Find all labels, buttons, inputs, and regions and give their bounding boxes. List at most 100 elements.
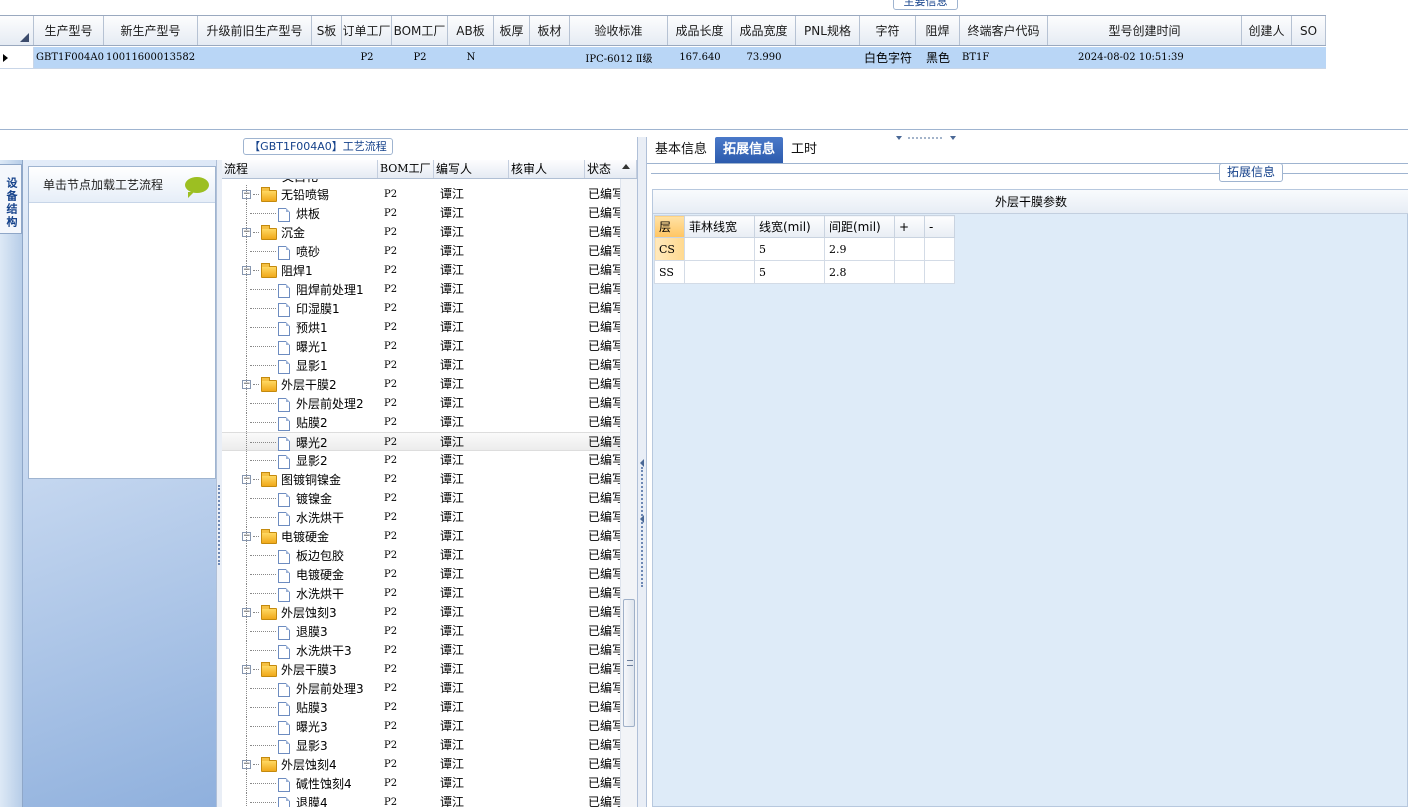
grid-cell[interactable]: IPC-6012 Ⅱ级: [570, 47, 668, 68]
column-header[interactable]: 阻焊: [916, 16, 960, 45]
column-header[interactable]: 生产型号: [34, 16, 104, 45]
tree-node[interactable]: 显影1: [246, 356, 328, 375]
column-header[interactable]: 验收标准: [570, 16, 668, 45]
column-header[interactable]: 成品宽度: [732, 16, 796, 45]
grid-cell[interactable]: 73.990: [732, 47, 796, 68]
tree-node[interactable]: 镀镍金: [246, 489, 332, 508]
treelist-vertical-scrollbar[interactable]: [620, 179, 637, 807]
tree-node[interactable]: 贴膜2: [246, 413, 328, 432]
grid-cell[interactable]: P2: [342, 47, 392, 68]
tree-node[interactable]: − 外层蚀刻4: [242, 755, 337, 774]
tree-node[interactable]: 曝光2: [246, 433, 328, 452]
grid-cell[interactable]: [312, 47, 342, 68]
tree-node[interactable]: 烘板: [246, 204, 320, 223]
tree-row[interactable]: 烘板 P2 谭江 已编写: [222, 204, 620, 223]
tree-row[interactable]: 曝光3 P2 谭江 已编写: [222, 717, 620, 736]
tree-node[interactable]: 板边包胶: [246, 546, 344, 565]
column-header[interactable]: 型号创建时间: [1048, 16, 1242, 45]
row-indicator[interactable]: [0, 47, 34, 68]
panel-splitter-grip[interactable]: [894, 131, 958, 140]
grid-cell[interactable]: P2: [392, 47, 448, 68]
tree-row[interactable]: 水洗烘干3 P2 谭江 已编写: [222, 641, 620, 660]
tree-node[interactable]: − 电镀硬金: [242, 527, 329, 546]
grid-cell[interactable]: [796, 47, 860, 68]
tree-node[interactable]: 显影3: [246, 736, 328, 755]
treelist-column-header[interactable]: BOM工厂: [378, 160, 434, 178]
tab-equipment-structure[interactable]: 设备结构: [0, 164, 22, 234]
tree-row[interactable]: 镀镍金 P2 谭江 已编写: [222, 489, 620, 508]
column-header[interactable]: 订单工厂: [342, 16, 392, 45]
tree-node[interactable]: 印湿膜1: [246, 299, 340, 318]
tree-row[interactable]: 电镀硬金 P2 谭江 已编写: [222, 565, 620, 584]
treelist-column-header[interactable]: 编写人: [434, 160, 509, 178]
tree-row[interactable]: 贴膜3 P2 谭江 已编写: [222, 698, 620, 717]
column-header[interactable]: 板厚: [494, 16, 530, 45]
tree-node[interactable]: 显影2: [246, 451, 328, 470]
tree-row[interactable]: 板边包胶 P2 谭江 已编写: [222, 546, 620, 565]
tree-row[interactable]: − 图镀铜镍金 P2 谭江 已编写: [222, 470, 620, 489]
tree-row[interactable]: 显影1 P2 谭江 已编写: [222, 356, 620, 375]
param-cell[interactable]: [924, 260, 955, 284]
right-splitter[interactable]: [637, 137, 647, 807]
tree-row[interactable]: 水洗烘干 P2 谭江 已编写: [222, 508, 620, 527]
tree-row[interactable]: − 电镀硬金 P2 谭江 已编写: [222, 527, 620, 546]
grid-cell[interactable]: BT1F: [960, 47, 1048, 68]
scroll-up-arrow-icon[interactable]: [622, 164, 630, 169]
tree-row[interactable]: 外层前处理3 P2 谭江 已编写: [222, 679, 620, 698]
grid-cell[interactable]: [1292, 47, 1326, 68]
column-header[interactable]: 成品长度: [668, 16, 732, 45]
tree-node[interactable]: − 阻焊1: [242, 261, 313, 280]
tree-node[interactable]: − 外层蚀刻3: [242, 603, 337, 622]
column-header[interactable]: 终端客户代码: [960, 16, 1048, 45]
tree-row[interactable]: 碱性蚀刻4 P2 谭江 已编写: [222, 774, 620, 793]
tree-node[interactable]: 电镀硬金: [246, 565, 344, 584]
column-header[interactable]: PNL规格: [796, 16, 860, 45]
tree-node[interactable]: − 无铅喷锡: [242, 185, 329, 204]
param-column-header[interactable]: -: [924, 215, 955, 238]
tree-node[interactable]: 退膜3: [246, 622, 328, 641]
main-grid-row[interactable]: GBT1F004A0 10011600013582 P2 P2 N IPC-6012 Ⅱ级…: [0, 47, 1326, 69]
tree-node[interactable]: 曝光1: [246, 337, 328, 356]
param-column-header[interactable]: 间距(mil): [824, 215, 895, 238]
param-cell[interactable]: 5: [754, 260, 825, 284]
tree-node[interactable]: − 图镀铜镍金: [242, 470, 341, 489]
grid-corner[interactable]: [0, 16, 34, 45]
tree-row[interactable]: − 无铅喷锡 P2 谭江 已编写: [222, 185, 620, 204]
tree-node[interactable]: 曝光3: [246, 717, 328, 736]
param-cell[interactable]: [924, 237, 955, 261]
tree-node[interactable]: − 沉金: [242, 223, 305, 242]
param-row[interactable]: SS 5 2.8: [654, 260, 955, 284]
grid-cell[interactable]: 167.640: [668, 47, 732, 68]
tree-node[interactable]: 水洗烘干: [246, 508, 344, 527]
tree-node[interactable]: − 外层干膜3: [242, 660, 337, 679]
tree-node[interactable]: − 外层干膜2: [242, 375, 337, 394]
param-cell[interactable]: [684, 237, 755, 261]
tree-row[interactable]: − 外层干膜3 P2 谭江 已编写: [222, 660, 620, 679]
tree-row[interactable]: 退膜4 P2 谭江 已编写: [222, 793, 620, 807]
tree-node[interactable]: 贴膜3: [246, 698, 328, 717]
grid-cell[interactable]: [1242, 47, 1292, 68]
tab-basic-info[interactable]: 基本信息: [649, 137, 713, 163]
tree-row[interactable]: 阻焊前处理1 P2 谭江 已编写: [222, 280, 620, 299]
treelist-column-header[interactable]: 核审人: [509, 160, 585, 178]
column-header[interactable]: 新生产型号: [104, 16, 198, 45]
tree-node[interactable]: 外层前处理2: [246, 394, 364, 413]
param-cell[interactable]: SS: [654, 260, 685, 284]
tree-row[interactable]: 显影3 P2 谭江 已编写: [222, 736, 620, 755]
treelist-column-header[interactable]: 状态: [585, 160, 637, 178]
param-cell[interactable]: 2.8: [824, 260, 895, 284]
tree-row[interactable]: 退膜3 P2 谭江 已编写: [222, 622, 620, 641]
tree-node[interactable]: 碱性蚀刻4: [246, 774, 352, 793]
column-header[interactable]: SO: [1292, 16, 1326, 45]
param-cell[interactable]: [894, 260, 925, 284]
column-header[interactable]: 板材: [530, 16, 570, 45]
tree-row[interactable]: − 沉金 P2 谭江 已编写: [222, 223, 620, 242]
grid-cell[interactable]: 黑色: [916, 47, 960, 68]
grid-cell[interactable]: N: [448, 47, 494, 68]
treelist-column-header[interactable]: 流程: [222, 160, 378, 178]
tree-node[interactable]: 预烘1: [246, 318, 328, 337]
grid-cell[interactable]: [198, 47, 312, 68]
tree-row[interactable]: 贴膜2 P2 谭江 已编写: [222, 413, 620, 432]
load-flow-hint[interactable]: 单击节点加载工艺流程: [29, 167, 215, 203]
tree-node[interactable]: 喷砂: [246, 242, 320, 261]
